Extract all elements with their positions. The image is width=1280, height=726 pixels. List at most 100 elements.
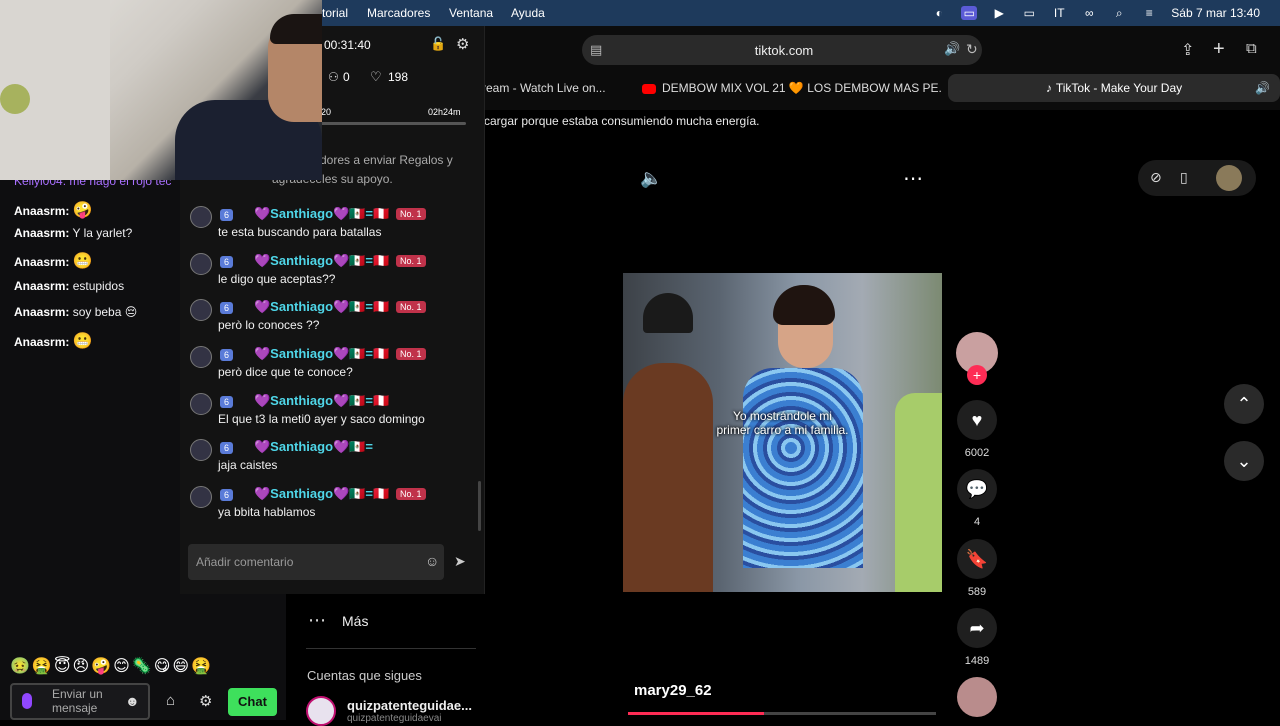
message-username[interactable]: 💜Santhiago💜🇲🇽=🇵🇪	[254, 206, 389, 222]
profile-avatar[interactable]	[1216, 165, 1242, 191]
twitch-message-input[interactable]: Enviar un mensaje ☻	[10, 683, 150, 720]
control-center-icon[interactable]: ≡	[1141, 6, 1157, 20]
clock[interactable]: Sáb 7 mar 13:40	[1171, 6, 1260, 20]
message-text: però dice que te conoce?	[218, 365, 353, 379]
chat-username[interactable]: Anaasrm:	[14, 204, 69, 218]
video-caption-line-2: primer carro a mi familia.	[716, 423, 849, 437]
comment-input[interactable]: Añadir comentario ☺	[188, 544, 444, 580]
message-username[interactable]: 💜Santhiago💜🇲🇽=🇵🇪	[254, 486, 389, 502]
save-button[interactable]: 🔖	[957, 539, 997, 579]
settings-icon[interactable]: ⚙	[456, 35, 469, 53]
emoji-picker-icon[interactable]: ☻	[125, 693, 140, 709]
video-player[interactable]: Yo mostrándole mi primer carro a mi fami…	[623, 273, 942, 592]
like-button[interactable]: ♥	[957, 400, 997, 440]
send-icon[interactable]: ➤	[454, 553, 466, 570]
link-icon[interactable]: ∞	[1081, 6, 1097, 20]
user-avatar[interactable]	[190, 299, 212, 321]
music-disc[interactable]	[957, 677, 997, 717]
twitch-chat-footer: 🤢🤮😇😠🤪😊🦠😋😄🤮 Enviar un mensaje ☻ ⌂ ⚙ Chat	[0, 594, 286, 720]
chat-send-button[interactable]: Chat	[228, 688, 277, 716]
level-badge: 6	[220, 209, 234, 221]
chat-settings-icon[interactable]: ⚙	[199, 692, 212, 710]
audio-icon[interactable]: 🔊	[1255, 74, 1270, 102]
url-text[interactable]: tiktok.com	[582, 43, 986, 58]
tab-tiktok[interactable]: ♪ TikTok - Make Your Day 🔊	[948, 74, 1280, 102]
emote-bar[interactable]: 🤢🤮😇😠🤪😊🦠😋😄🤮	[10, 656, 213, 676]
user-avatar[interactable]	[190, 486, 212, 508]
message-username[interactable]: 💜Santhiago💜🇲🇽=	[254, 439, 373, 455]
store-icon[interactable]: ⌂	[166, 692, 175, 709]
message-username[interactable]: 💜Santhiago💜🇲🇽=🇵🇪	[254, 299, 389, 315]
autoscroll-icon[interactable]: ⊘	[1150, 169, 1162, 186]
more-label[interactable]: Más	[342, 613, 368, 629]
video-author[interactable]: mary29_62	[634, 682, 712, 699]
viewers-icon: ⚇	[328, 70, 339, 84]
menu-item-ventana[interactable]: Ventana	[449, 6, 493, 20]
banner-text: cargar porque estaba consumiendo mucha e…	[484, 114, 760, 128]
tab-label: DEMBOW MIX VOL 21 🧡 LOS DEMBOW MAS PE...	[662, 81, 942, 95]
message-text: te esta buscando para batallas	[218, 225, 382, 239]
input-source-icon[interactable]: IT	[1051, 6, 1067, 20]
message-text: però lo conoces ??	[218, 318, 320, 332]
emoji-icon[interactable]: ☺	[425, 553, 439, 569]
video-menu-icon[interactable]: ⋯	[903, 166, 923, 191]
viewer-count: 0	[343, 70, 350, 84]
following-account-name[interactable]: quizpatenteguidae...	[347, 698, 472, 713]
menu-item-tutorial[interactable]: torial	[322, 6, 348, 20]
chat-line: Anaasrm: estupidos	[14, 279, 124, 293]
message-username[interactable]: 💜Santhiago💜🇲🇽=🇵🇪	[254, 393, 389, 409]
url-bar[interactable]: ▤ tiktok.com 🔊 ↻	[582, 35, 982, 65]
goal-progress-bar	[321, 122, 466, 125]
rank-badge: No. 1	[396, 255, 426, 267]
level-badge: 6	[220, 302, 234, 314]
rank-badge: No. 1	[396, 208, 426, 220]
chat-username[interactable]: Anaasrm:	[14, 335, 69, 349]
follow-plus-icon[interactable]: +	[967, 365, 987, 385]
video-tools: ⊘ ▯	[1138, 160, 1256, 196]
previous-video-button[interactable]: ⌃	[1224, 384, 1264, 424]
video-figure-center	[743, 368, 863, 568]
chat-username[interactable]: Anaasrm:	[14, 226, 69, 240]
play-icon[interactable]: ▶	[991, 6, 1007, 20]
share-button[interactable]: ➦	[957, 608, 997, 648]
comment-button[interactable]: 💬	[957, 469, 997, 509]
search-icon[interactable]: ⌕	[1111, 6, 1127, 20]
user-avatar[interactable]	[190, 393, 212, 415]
lock-icon[interactable]: 🔓	[430, 36, 446, 52]
chat-username[interactable]: Anaasrm:	[14, 255, 69, 269]
video-caption-line-1: Yo mostrándole mi	[733, 409, 832, 423]
rank-badge: No. 1	[396, 488, 426, 500]
new-tab-icon[interactable]: +	[1213, 38, 1225, 61]
tab-youtube[interactable]: DEMBOW MIX VOL 21 🧡 LOS DEMBOW MAS PE...	[642, 74, 942, 102]
message-username[interactable]: 💜Santhiago💜🇲🇽=🇵🇪	[254, 346, 389, 362]
device-icon[interactable]: ▯	[1180, 169, 1188, 186]
more-icon[interactable]: ⋯	[308, 610, 326, 631]
screen-mirroring-icon[interactable]: ▭	[961, 6, 978, 20]
tab-overview-icon[interactable]: ⧉	[1246, 40, 1257, 57]
chat-line: Anaasrm: soy beba 😔	[14, 305, 137, 319]
user-avatar[interactable]	[190, 439, 212, 461]
tab-label: ream - Watch Live on...	[482, 81, 606, 95]
reload-icon[interactable]: ↻	[966, 41, 978, 58]
volume-icon[interactable]: 🔈	[640, 168, 662, 189]
chat-username[interactable]: Anaasrm:	[14, 279, 69, 293]
video-progress-track[interactable]	[628, 712, 936, 715]
webcam-object	[0, 84, 30, 114]
share-count: 1489	[964, 655, 990, 667]
chat-username[interactable]: Anaasrm:	[14, 305, 69, 319]
next-video-button[interactable]: ⌄	[1224, 441, 1264, 481]
bookmark-icon: 🔖	[965, 548, 989, 569]
user-avatar[interactable]	[190, 346, 212, 368]
audio-playing-icon[interactable]: 🔊	[944, 41, 960, 57]
tab-twitch[interactable]: ream - Watch Live on...	[482, 74, 632, 102]
following-avatar[interactable]	[306, 696, 336, 726]
user-avatar[interactable]	[190, 206, 212, 228]
menu-item-ayuda[interactable]: Ayuda	[511, 6, 545, 20]
mic-icon[interactable]	[22, 693, 32, 709]
user-avatar[interactable]	[190, 253, 212, 275]
share-icon[interactable]: ⇪	[1181, 40, 1194, 60]
message-username[interactable]: 💜Santhiago💜🇲🇽=🇵🇪	[254, 253, 389, 269]
chat-scrollbar[interactable]	[478, 481, 481, 531]
status-app-icon[interactable]: ◐	[931, 6, 947, 20]
menu-item-marcadores[interactable]: Marcadores	[367, 6, 430, 20]
